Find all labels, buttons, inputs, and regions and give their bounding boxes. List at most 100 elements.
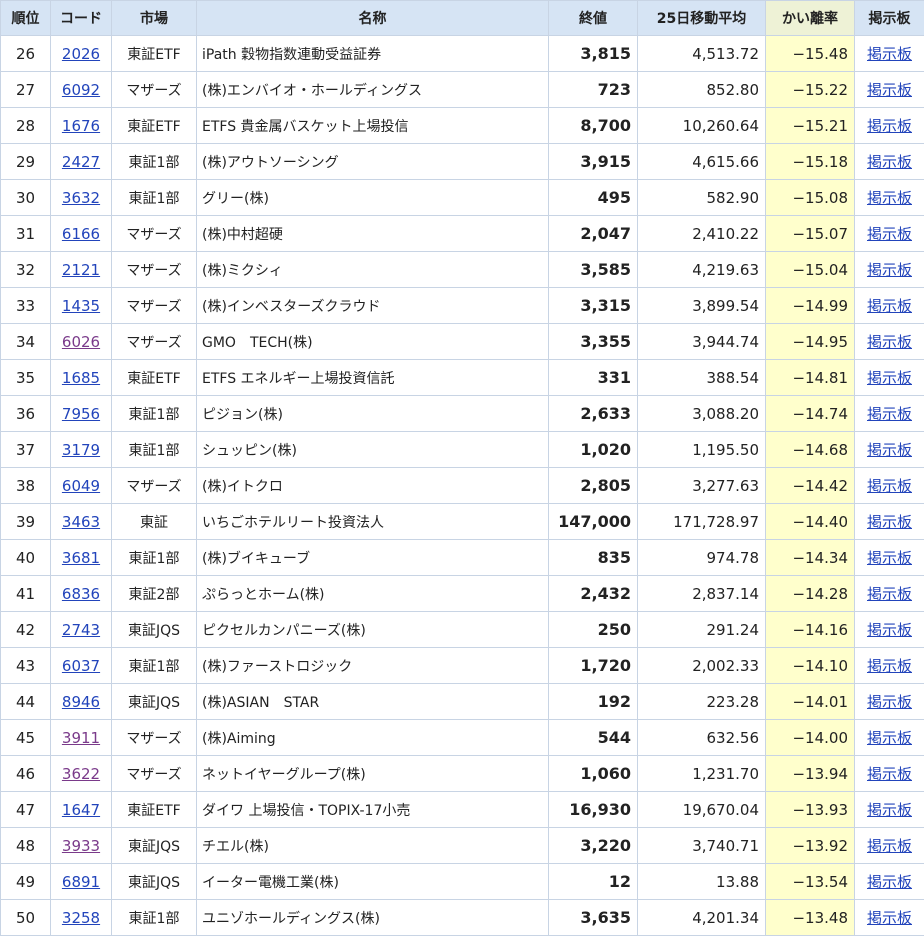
ma25-cell: 3,088.20 — [637, 395, 766, 432]
board-link[interactable]: 掲示板 — [867, 333, 912, 351]
board-cell: 掲示板 — [854, 467, 924, 504]
board-cell: 掲示板 — [854, 35, 924, 72]
board-cell: 掲示板 — [854, 719, 924, 756]
name-cell: ユニゾホールディングス(株) — [196, 899, 549, 936]
board-link[interactable]: 掲示板 — [867, 729, 912, 747]
stock-code-link[interactable]: 2121 — [62, 261, 100, 279]
market-cell: 東証1部 — [111, 431, 197, 468]
stock-code-link[interactable]: 6026 — [62, 333, 100, 351]
rank-cell: 41 — [0, 575, 51, 612]
rank-cell: 33 — [0, 287, 51, 324]
stock-code-link[interactable]: 3632 — [62, 189, 100, 207]
rank-cell: 36 — [0, 395, 51, 432]
header-close[interactable]: 終値 — [548, 0, 638, 36]
deviation-cell: −13.94 — [765, 755, 855, 792]
board-link[interactable]: 掲示板 — [867, 81, 912, 99]
deviation-cell: −15.18 — [765, 143, 855, 180]
table-row: 27 6092 マザーズ (株)エンバイオ・ホールディングス 723 852.80 −15.… — [0, 71, 924, 108]
rank-cell: 35 — [0, 359, 51, 396]
stock-code-link[interactable]: 3933 — [62, 837, 100, 855]
stock-code-link[interactable]: 1647 — [62, 801, 100, 819]
stock-code-link[interactable]: 6092 — [62, 81, 100, 99]
market-cell: 東証JQS — [111, 683, 197, 720]
stock-code-link[interactable]: 3681 — [62, 549, 100, 567]
table-row: 32 2121 マザーズ (株)ミクシィ 3,585 4,219.63 −15.04 掲示板 — [0, 251, 924, 288]
stock-code-link[interactable]: 3179 — [62, 441, 100, 459]
header-deviation[interactable]: かい離率 — [765, 0, 855, 36]
deviation-cell: −13.92 — [765, 827, 855, 864]
rank-cell: 27 — [0, 71, 51, 108]
board-link[interactable]: 掲示板 — [867, 873, 912, 891]
name-cell: グリー(株) — [196, 179, 549, 216]
name-cell: シュッピン(株) — [196, 431, 549, 468]
market-cell: マザーズ — [111, 323, 197, 360]
header-board[interactable]: 掲示板 — [854, 0, 924, 36]
market-cell: 東証1部 — [111, 647, 197, 684]
board-link[interactable]: 掲示板 — [867, 621, 912, 639]
board-link[interactable]: 掲示板 — [867, 801, 912, 819]
close-price-cell: 3,315 — [548, 287, 638, 324]
board-link[interactable]: 掲示板 — [867, 297, 912, 315]
stock-code-link[interactable]: 3258 — [62, 909, 100, 927]
market-cell: 東証1部 — [111, 539, 197, 576]
rank-cell: 37 — [0, 431, 51, 468]
stock-code-link[interactable]: 6836 — [62, 585, 100, 603]
board-link[interactable]: 掲示板 — [867, 549, 912, 567]
board-link[interactable]: 掲示板 — [867, 153, 912, 171]
table-row: 48 3933 東証JQS チエル(株) 3,220 3,740.71 −13.92 掲示板 — [0, 827, 924, 864]
board-link[interactable]: 掲示板 — [867, 765, 912, 783]
stock-code-link[interactable]: 1435 — [62, 297, 100, 315]
board-link[interactable]: 掲示板 — [867, 693, 912, 711]
stock-code-link[interactable]: 2026 — [62, 45, 100, 63]
deviation-cell: −14.42 — [765, 467, 855, 504]
header-name[interactable]: 名称 — [196, 0, 549, 36]
stock-code-link[interactable]: 2743 — [62, 621, 100, 639]
code-cell: 3179 — [50, 431, 112, 468]
stock-code-link[interactable]: 3463 — [62, 513, 100, 531]
header-rank[interactable]: 順位 — [0, 0, 51, 36]
board-link[interactable]: 掲示板 — [867, 369, 912, 387]
rank-cell: 48 — [0, 827, 51, 864]
board-link[interactable]: 掲示板 — [867, 441, 912, 459]
stock-code-link[interactable]: 3622 — [62, 765, 100, 783]
ma25-cell: 3,740.71 — [637, 827, 766, 864]
table-row: 42 2743 東証JQS ピクセルカンパニーズ(株) 250 291.24 −14.16 掲… — [0, 611, 924, 648]
rank-cell: 29 — [0, 143, 51, 180]
board-link[interactable]: 掲示板 — [867, 261, 912, 279]
stock-code-link[interactable]: 2427 — [62, 153, 100, 171]
stock-code-link[interactable]: 6166 — [62, 225, 100, 243]
stock-code-link[interactable]: 1676 — [62, 117, 100, 135]
table-row: 39 3463 東証 いちごホテルリート投資法人 147,000 171,728.97 −1… — [0, 503, 924, 540]
stock-code-link[interactable]: 6891 — [62, 873, 100, 891]
board-link[interactable]: 掲示板 — [867, 405, 912, 423]
header-ma25[interactable]: 25日移動平均 — [637, 0, 766, 36]
board-link[interactable]: 掲示板 — [867, 657, 912, 675]
board-link[interactable]: 掲示板 — [867, 477, 912, 495]
board-cell: 掲示板 — [854, 359, 924, 396]
header-market[interactable]: 市場 — [111, 0, 197, 36]
rank-cell: 42 — [0, 611, 51, 648]
header-code[interactable]: コード — [50, 0, 112, 36]
board-link[interactable]: 掲示板 — [867, 225, 912, 243]
table-row: 43 6037 東証1部 (株)ファーストロジック 1,720 2,002.33 −14.1… — [0, 647, 924, 684]
ma25-cell: 852.80 — [637, 71, 766, 108]
board-link[interactable]: 掲示板 — [867, 837, 912, 855]
stock-code-link[interactable]: 6037 — [62, 657, 100, 675]
board-link[interactable]: 掲示板 — [867, 909, 912, 927]
board-link[interactable]: 掲示板 — [867, 117, 912, 135]
board-link[interactable]: 掲示板 — [867, 189, 912, 207]
board-link[interactable]: 掲示板 — [867, 585, 912, 603]
name-cell: (株)エンバイオ・ホールディングス — [196, 71, 549, 108]
table-row: 45 3911 マザーズ (株)Aiming 544 632.56 −14.00 掲示板 — [0, 719, 924, 756]
stock-code-link[interactable]: 6049 — [62, 477, 100, 495]
stock-code-link[interactable]: 1685 — [62, 369, 100, 387]
stock-code-link[interactable]: 3911 — [62, 729, 100, 747]
board-link[interactable]: 掲示板 — [867, 513, 912, 531]
close-price-cell: 3,915 — [548, 143, 638, 180]
stock-code-link[interactable]: 8946 — [62, 693, 100, 711]
board-cell: 掲示板 — [854, 683, 924, 720]
board-link[interactable]: 掲示板 — [867, 45, 912, 63]
stock-code-link[interactable]: 7956 — [62, 405, 100, 423]
name-cell: イーター電機工業(株) — [196, 863, 549, 900]
name-cell: (株)中村超硬 — [196, 215, 549, 252]
